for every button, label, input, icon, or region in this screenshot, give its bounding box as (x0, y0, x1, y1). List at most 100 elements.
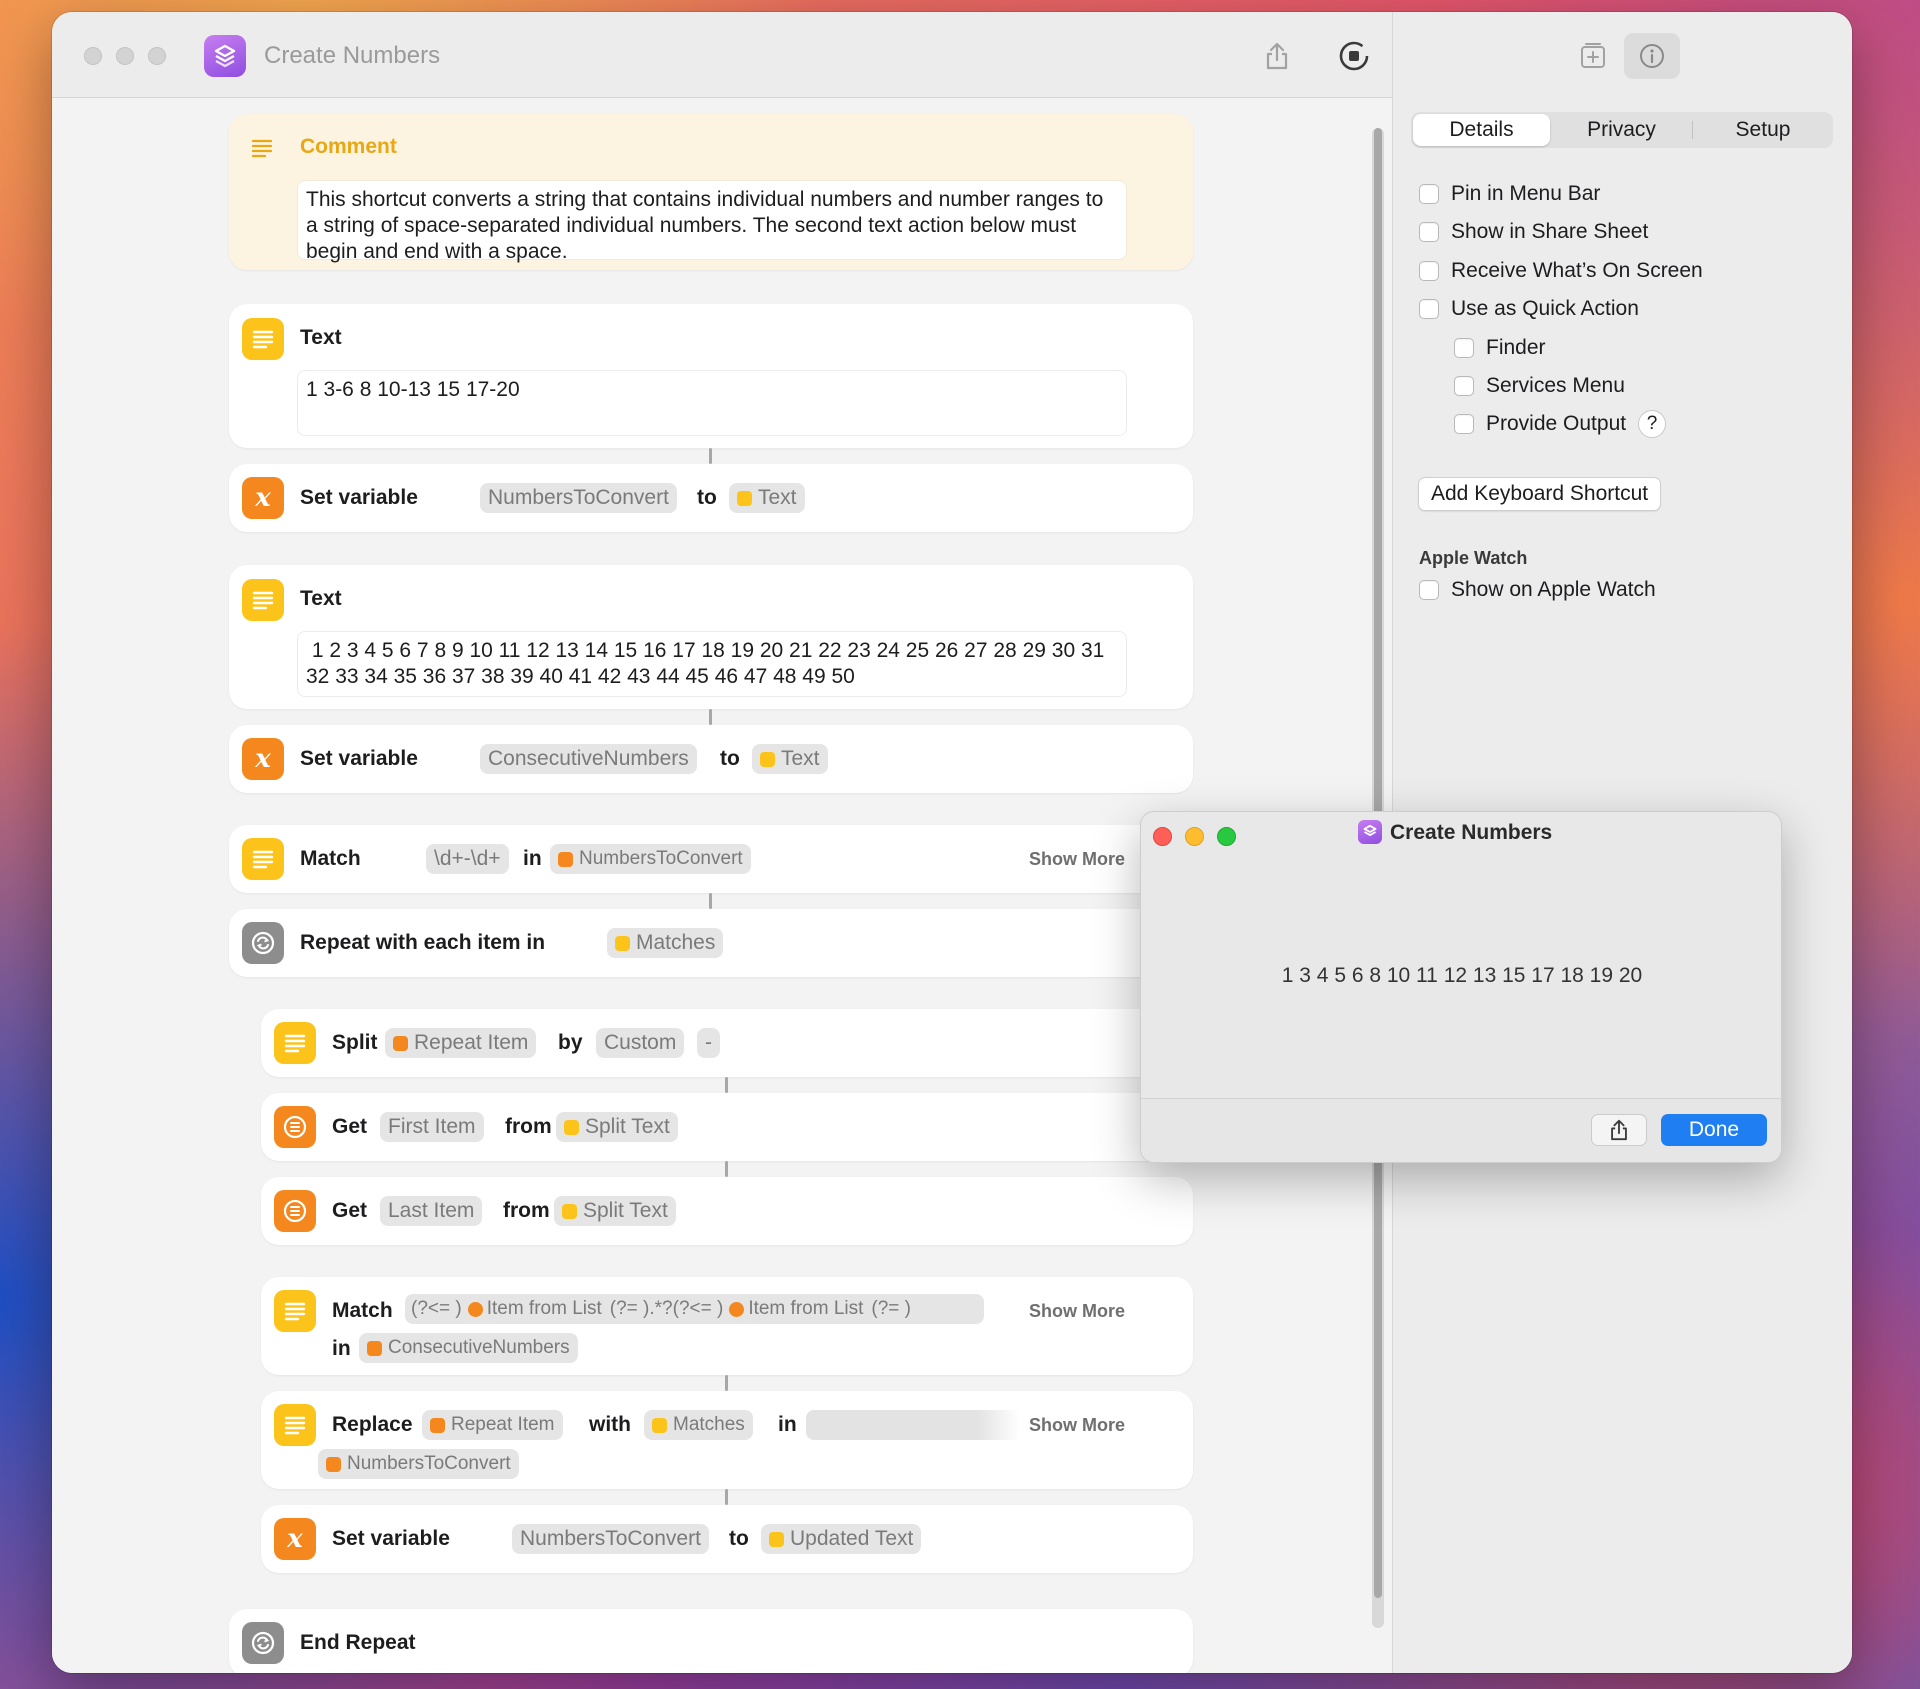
item-position-token[interactable]: First Item (380, 1112, 484, 1142)
repeat-source-token[interactable]: Matches (607, 928, 724, 958)
get-source-token[interactable]: Split Text (556, 1112, 678, 1142)
replacement-token[interactable]: Matches (644, 1410, 753, 1440)
list-icon (274, 1106, 316, 1148)
checkbox[interactable] (1419, 580, 1439, 600)
variable-name-token[interactable]: NumbersToConvert (480, 483, 677, 513)
token-text: NumbersToConvert (347, 1453, 511, 1474)
text-action[interactable]: Text 1 2 3 4 5 6 7 8 9 10 11 12 13 14 15… (229, 565, 1193, 709)
text-lines-icon (274, 1404, 316, 1446)
pin-menu-bar-checkbox[interactable]: Pin in Menu Bar (1419, 182, 1600, 206)
pattern-token[interactable]: \d+-\d+ (426, 844, 509, 874)
run-stop-icon[interactable] (1336, 38, 1372, 74)
dialog-close-button[interactable] (1153, 827, 1172, 846)
show-more-button[interactable]: Show More (1029, 1415, 1125, 1436)
done-button[interactable]: Done (1661, 1114, 1767, 1146)
services-menu-checkbox[interactable]: Services Menu (1454, 374, 1625, 398)
text-input[interactable]: 1 3-6 8 10-13 15 17-20 (297, 370, 1127, 436)
end-repeat-action[interactable]: End Repeat (229, 1609, 1193, 1673)
share-icon[interactable] (1591, 1114, 1647, 1146)
quick-action-checkbox[interactable]: Use as Quick Action (1419, 297, 1639, 321)
token-text: Repeat Item (414, 1031, 529, 1054)
replace-text-field[interactable] (806, 1410, 1020, 1440)
get-item-action[interactable]: Get First Item from Split Text (261, 1093, 1193, 1161)
checkbox-label: Show in Share Sheet (1451, 220, 1649, 243)
token-text: Split Text (583, 1199, 668, 1222)
token-text: Matches (673, 1414, 745, 1435)
close-button[interactable] (84, 47, 102, 65)
text-action-label: Text (300, 326, 342, 349)
replace-target-token[interactable]: Repeat Item (422, 1410, 563, 1440)
checkbox[interactable] (1419, 261, 1439, 281)
text-action-label: Text (300, 587, 342, 610)
share-sheet-checkbox[interactable]: Show in Share Sheet (1419, 220, 1648, 244)
variable-name-token[interactable]: ConsecutiveNumbers (480, 744, 697, 774)
pattern-token[interactable]: (?<= ) Item from List (?= ).*?(?<= ) Ite… (405, 1294, 984, 1324)
receive-screen-checkbox[interactable]: Receive What’s On Screen (1419, 259, 1703, 283)
split-action[interactable]: Split Repeat Item by Custom - (261, 1009, 1193, 1077)
comment-label: Comment (300, 135, 397, 158)
get-source-token[interactable]: Split Text (554, 1196, 676, 1226)
comment-action[interactable]: Comment This shortcut converts a string … (229, 114, 1193, 270)
checkbox[interactable] (1419, 299, 1439, 319)
result-dialog: Create Numbers 1 3 4 5 6 8 10 11 12 13 1… (1140, 811, 1782, 1163)
list-icon (274, 1190, 316, 1232)
get-item-action[interactable]: Get Last Item from Split Text (261, 1177, 1193, 1245)
match-action[interactable]: Match \d+-\d+ in NumbersToConvert Show M… (229, 825, 1193, 893)
item-position-token[interactable]: Last Item (380, 1196, 483, 1226)
share-icon[interactable] (1259, 38, 1295, 74)
set-variable-action[interactable]: x Set variable NumbersToConvert to Text (229, 464, 1193, 532)
tab-setup[interactable]: Setup (1693, 112, 1833, 148)
variable-value-token[interactable]: Text (752, 744, 828, 774)
variable-value-token[interactable]: Updated Text (761, 1524, 922, 1554)
info-icon[interactable] (1624, 33, 1680, 79)
dialog-zoom-button[interactable] (1217, 827, 1236, 846)
show-more-button[interactable]: Show More (1029, 849, 1125, 870)
replace-action[interactable]: Replace Repeat Item with Matches in Numb… (261, 1391, 1193, 1489)
tab-details[interactable]: Details (1413, 114, 1550, 146)
add-action-icon[interactable] (1575, 38, 1611, 74)
set-variable-action[interactable]: x Set variable NumbersToConvert to Updat… (261, 1505, 1193, 1573)
zoom-button[interactable] (148, 47, 166, 65)
comment-text[interactable]: This shortcut converts a string that con… (297, 180, 1127, 263)
dialog-result-text: 1 3 4 5 6 8 10 11 12 13 15 17 18 19 20 (1281, 964, 1643, 987)
text-input[interactable]: 1 2 3 4 5 6 7 8 9 10 11 12 13 14 15 16 1… (297, 631, 1127, 697)
repeat-label: Repeat with each item in (300, 931, 546, 954)
finder-checkbox[interactable]: Finder (1454, 336, 1546, 360)
checkbox[interactable] (1419, 184, 1439, 204)
get-label: Get (332, 1199, 368, 1222)
source-token[interactable]: ConsecutiveNumbers (359, 1333, 578, 1363)
checkbox[interactable] (1454, 338, 1474, 358)
sidebar-tab-control: Details Privacy Setup (1411, 112, 1833, 148)
variable-name-token[interactable]: NumbersToConvert (512, 1524, 709, 1554)
show-more-button[interactable]: Show More (1029, 1301, 1125, 1322)
in-label: in (778, 1413, 797, 1436)
pattern-part: (?<= ) (411, 1298, 462, 1319)
minimize-button[interactable] (116, 47, 134, 65)
variable-x-icon: x (274, 1518, 316, 1560)
checkbox[interactable] (1419, 222, 1439, 242)
checkbox[interactable] (1454, 376, 1474, 396)
source-token[interactable]: NumbersToConvert (550, 844, 751, 874)
repeat-action[interactable]: Repeat with each item in Matches (229, 909, 1193, 977)
match-action[interactable]: Match (?<= ) Item from List (?= ).*?(?<=… (261, 1277, 1193, 1375)
checkbox-label: Pin in Menu Bar (1451, 182, 1601, 205)
apple-watch-checkbox[interactable]: Show on Apple Watch (1419, 578, 1656, 602)
replace-source-token[interactable]: NumbersToConvert (318, 1449, 519, 1479)
help-button[interactable]: ? (1638, 410, 1667, 438)
separator-token[interactable]: - (697, 1028, 720, 1058)
add-keyboard-shortcut-button[interactable]: Add Keyboard Shortcut (1418, 477, 1662, 511)
text-lines-icon (274, 1290, 316, 1332)
set-variable-label: Set variable (332, 1527, 450, 1550)
checkbox-label: Provide Output (1486, 412, 1627, 435)
provide-output-checkbox[interactable]: Provide Output? (1454, 410, 1667, 438)
end-repeat-label: End Repeat (300, 1631, 416, 1654)
variable-value-token[interactable]: Text (729, 483, 805, 513)
checkbox[interactable] (1454, 414, 1474, 434)
dialog-minimize-button[interactable] (1185, 827, 1204, 846)
to-label: to (720, 747, 740, 770)
text-action[interactable]: Text 1 3-6 8 10-13 15 17-20 (229, 304, 1193, 448)
separator-type-token[interactable]: Custom (596, 1028, 685, 1058)
tab-privacy[interactable]: Privacy (1551, 112, 1692, 148)
set-variable-action[interactable]: x Set variable ConsecutiveNumbers to Tex… (229, 725, 1193, 793)
split-source-token[interactable]: Repeat Item (385, 1028, 537, 1058)
